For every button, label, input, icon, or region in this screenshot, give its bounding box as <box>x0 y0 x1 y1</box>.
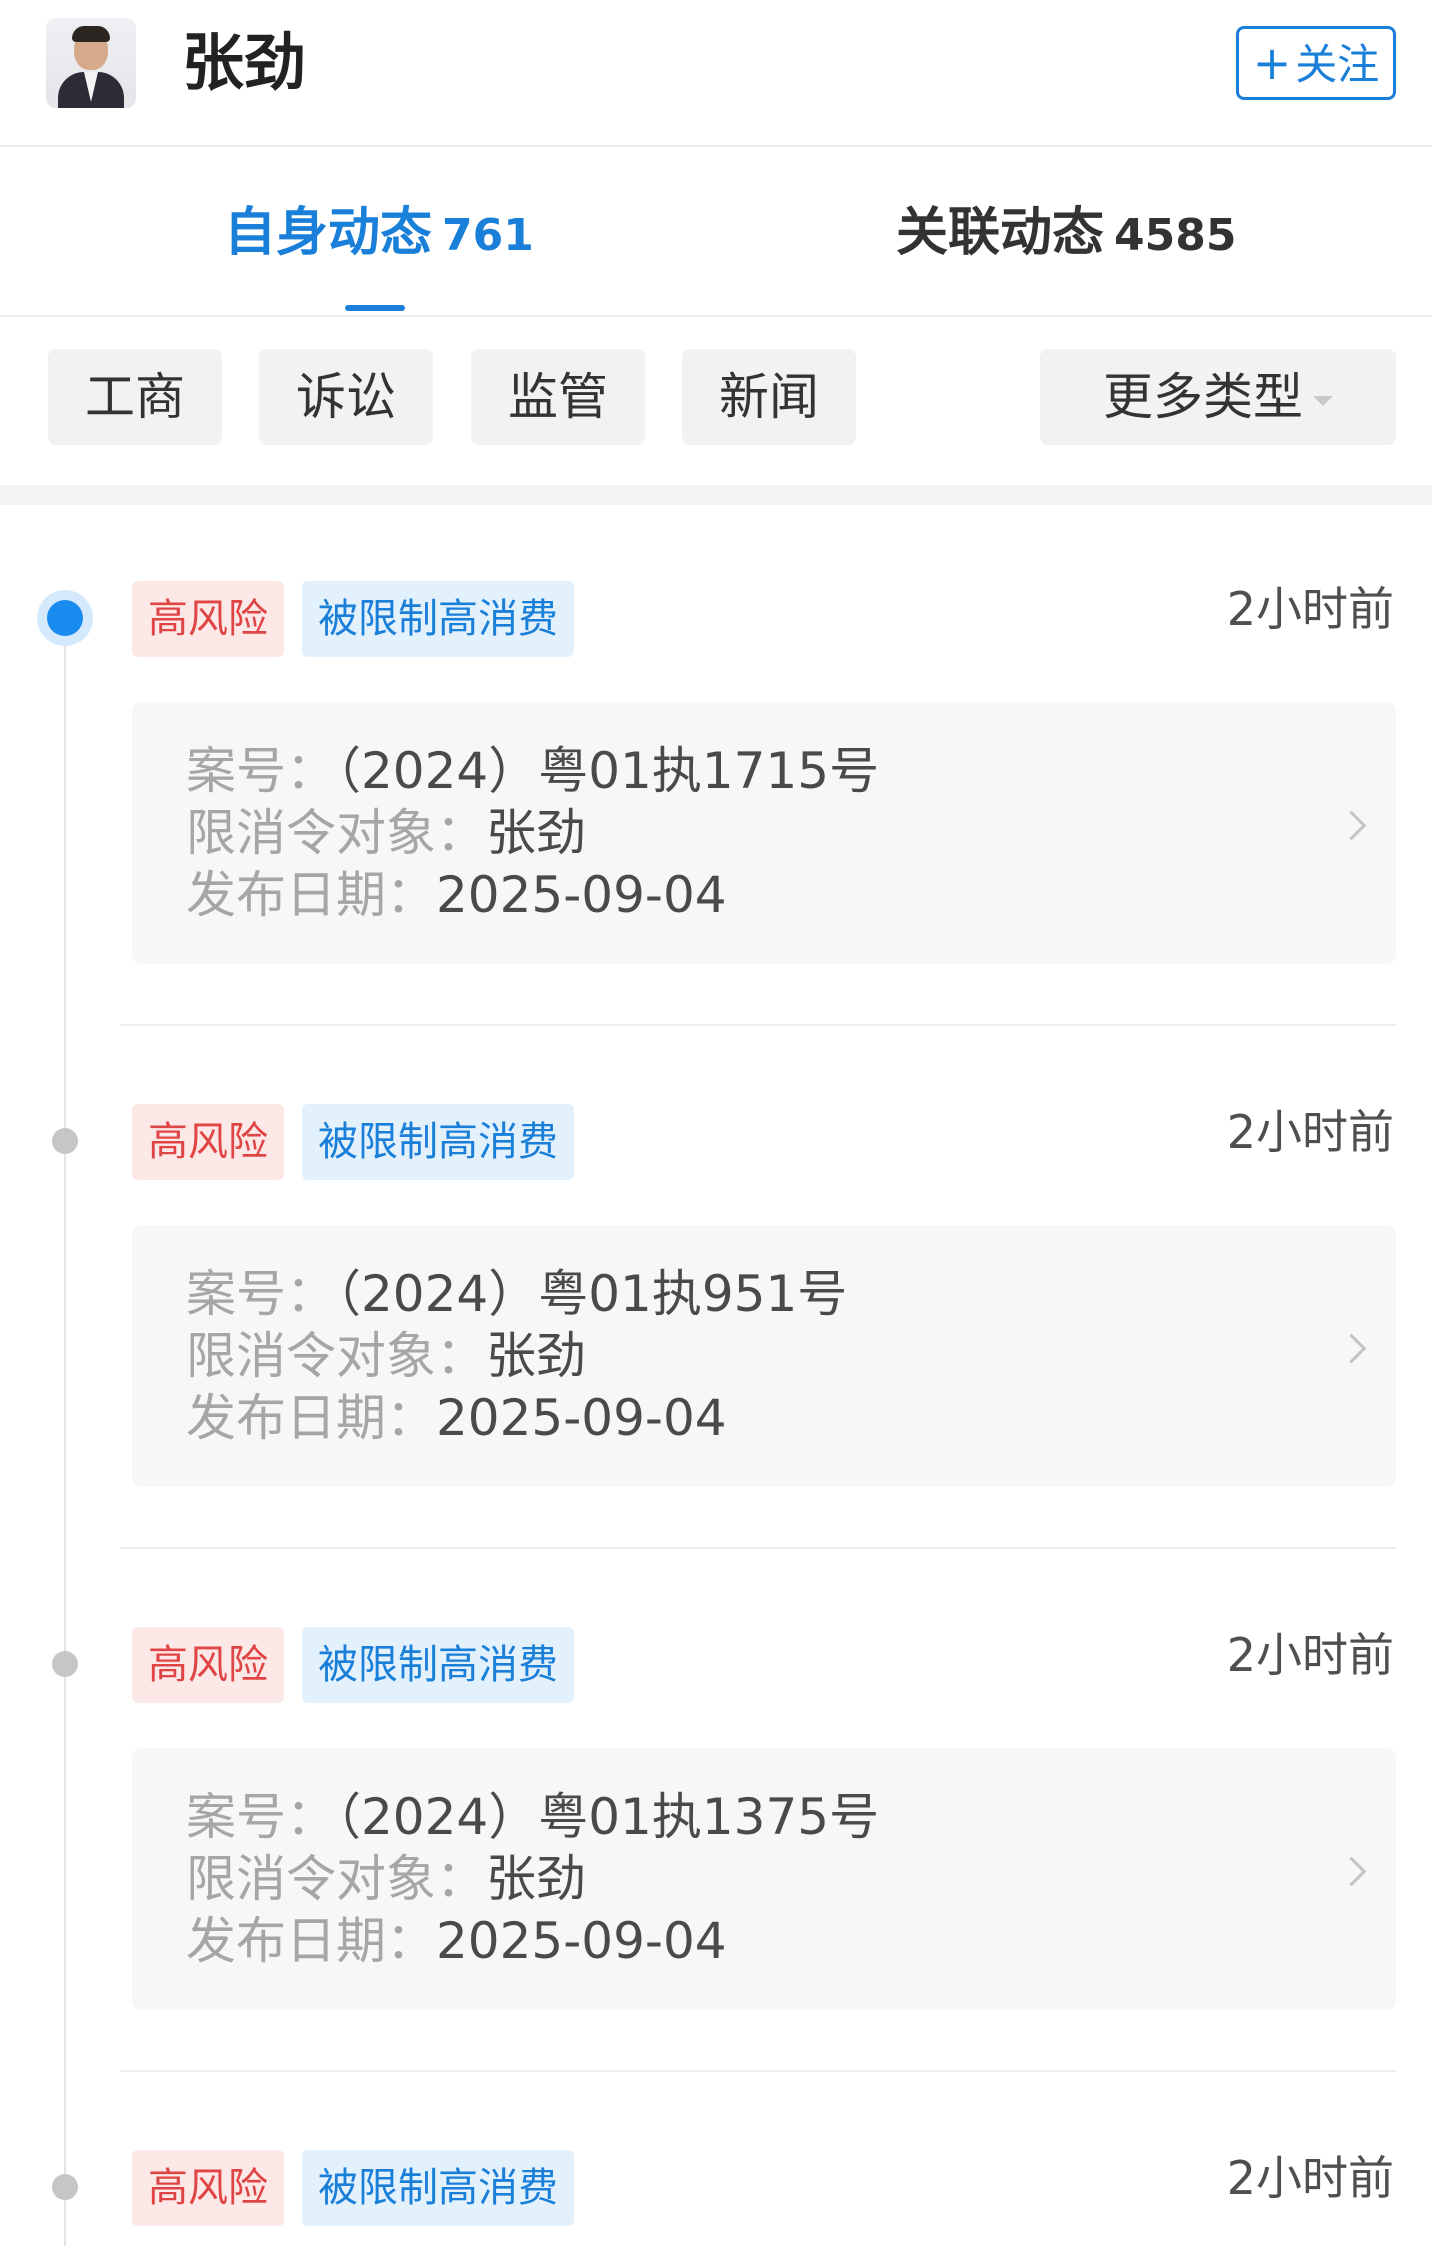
case-number-row: 案号：（2024）粤01执1375号 <box>186 1786 879 1848</box>
event-type-tag: 被限制高消费 <box>302 1627 574 1703</box>
event-type-tag: 被限制高消费 <box>302 2150 574 2226</box>
caret-down-icon <box>1313 395 1333 406</box>
filter-chip-news[interactable]: 新闻 <box>682 349 856 445</box>
publish-date-value: 2025-09-04 <box>436 1912 727 1970</box>
target-value: 张劲 <box>486 1850 586 1908</box>
event-time: 2小时前 <box>1226 1105 1394 1159</box>
chevron-right-icon <box>1336 1856 1367 1887</box>
active-tab-indicator <box>345 305 405 311</box>
risk-tag: 高风险 <box>132 1627 284 1703</box>
tab-related-dynamics[interactable]: 关联动态 4585 <box>896 201 1236 268</box>
event-type-tag: 被限制高消费 <box>302 581 574 657</box>
dynamics-tabs: 自身动态 761 关联动态 4585 <box>0 147 1432 317</box>
timeline-dot-active <box>47 600 83 636</box>
publish-date-label: 发布日期： <box>186 866 436 924</box>
tab-label: 关联动态 <box>896 203 1105 263</box>
target-value: 张劲 <box>486 1327 586 1385</box>
profile-header: 张劲 +关注 <box>0 0 1432 147</box>
publish-date-row: 发布日期：2025-09-04 <box>186 1387 727 1449</box>
publish-date-row: 发布日期：2025-09-04 <box>186 864 727 926</box>
case-number-label: 案号： <box>186 1265 336 1323</box>
event-divider <box>120 1024 1396 1026</box>
event-time: 2小时前 <box>1226 582 1394 636</box>
follow-label: 关注 <box>1295 40 1380 89</box>
target-row: 限消令对象：张劲 <box>186 802 586 864</box>
case-number-value: （2024）粤01执951号 <box>336 1265 848 1323</box>
plus-icon: + <box>1252 36 1292 90</box>
chevron-right-icon <box>1336 810 1367 841</box>
event-card[interactable]: 案号：（2024）粤01执1715号 限消令对象：张劲 发布日期：2025-09… <box>132 702 1396 964</box>
filter-chip-business[interactable]: 工商 <box>48 349 222 445</box>
event-card[interactable]: 案号：（2024）粤01执1375号 限消令对象：张劲 发布日期：2025-09… <box>132 1748 1396 2010</box>
target-label: 限消令对象： <box>186 1327 486 1385</box>
event-divider <box>120 1547 1396 1549</box>
section-divider <box>0 485 1432 505</box>
publish-date-label: 发布日期： <box>186 1389 436 1447</box>
event-card[interactable]: 案号：（2024）粤01执951号 限消令对象：张劲 发布日期：2025-09-… <box>132 1225 1396 1487</box>
tab-self-dynamics[interactable]: 自身动态 761 <box>224 201 534 268</box>
chevron-right-icon <box>1336 1333 1367 1364</box>
tab-count: 4585 <box>1114 210 1237 261</box>
avatar[interactable] <box>46 18 136 108</box>
more-types-label: 更多类型 <box>1103 368 1303 426</box>
event-divider <box>120 2070 1396 2072</box>
target-value: 张劲 <box>486 804 586 862</box>
case-number-label: 案号： <box>186 742 336 800</box>
filter-chip-litigation[interactable]: 诉讼 <box>259 349 433 445</box>
publish-date-value: 2025-09-04 <box>436 866 727 924</box>
case-number-value: （2024）粤01执1375号 <box>336 1788 880 1846</box>
publish-date-label: 发布日期： <box>186 1912 436 1970</box>
event-time: 2小时前 <box>1226 2151 1394 2205</box>
publish-date-row: 发布日期：2025-09-04 <box>186 1910 727 1972</box>
avatar-hair <box>72 26 110 42</box>
tab-label: 自身动态 <box>224 203 433 263</box>
follow-button[interactable]: +关注 <box>1236 26 1396 100</box>
person-name: 张劲 <box>182 26 307 99</box>
case-number-label: 案号： <box>186 1788 336 1846</box>
timeline-dot <box>52 1651 78 1677</box>
event-type-tag: 被限制高消费 <box>302 1104 574 1180</box>
case-number-value: （2024）粤01执1715号 <box>336 742 880 800</box>
target-row: 限消令对象：张劲 <box>186 1325 586 1387</box>
risk-tag: 高风险 <box>132 2150 284 2226</box>
timeline-line <box>64 618 66 2246</box>
target-row: 限消令对象：张劲 <box>186 1848 586 1910</box>
case-number-row: 案号：（2024）粤01执951号 <box>186 1263 847 1325</box>
timeline-dot <box>52 2174 78 2200</box>
risk-tag: 高风险 <box>132 581 284 657</box>
more-types-dropdown[interactable]: 更多类型 <box>1040 349 1396 445</box>
tab-count: 761 <box>442 210 534 261</box>
target-label: 限消令对象： <box>186 804 486 862</box>
target-label: 限消令对象： <box>186 1850 486 1908</box>
timeline-dot <box>52 1128 78 1154</box>
risk-tag: 高风险 <box>132 1104 284 1180</box>
publish-date-value: 2025-09-04 <box>436 1389 727 1447</box>
filter-bar: 工商 诉讼 监管 新闻 更多类型 <box>0 317 1432 485</box>
event-time: 2小时前 <box>1226 1628 1394 1682</box>
filter-chip-regulation[interactable]: 监管 <box>471 349 645 445</box>
case-number-row: 案号：（2024）粤01执1715号 <box>186 740 879 802</box>
